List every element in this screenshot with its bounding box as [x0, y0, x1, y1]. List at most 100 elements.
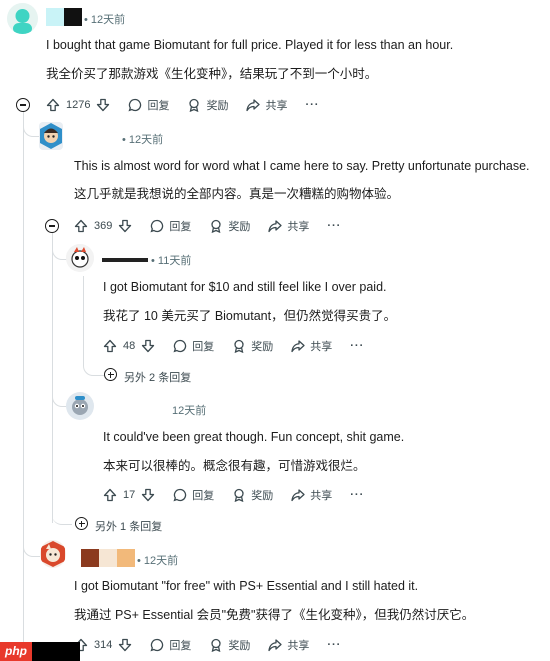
upvote-icon[interactable]	[74, 219, 88, 233]
more-options-button[interactable]: ···	[305, 99, 319, 111]
username-redacted[interactable]	[117, 549, 135, 567]
comment-text-zh: 我通过 PS+ Essential 会员"免费"获得了《生化变种》，但我仍然讨厌…	[74, 608, 475, 622]
thread-curve-morereplies3	[83, 340, 104, 376]
share-label: 共享	[287, 221, 310, 233]
action-bar: 48 回复 奖励 共享 ···	[103, 335, 364, 357]
share-label: 共享	[310, 341, 333, 353]
timestamp: • 12天前	[84, 14, 126, 26]
reply-button[interactable]: 回复	[173, 338, 214, 354]
award-button[interactable]: 奖励	[187, 97, 228, 113]
share-label: 共享	[310, 490, 333, 502]
award-icon	[209, 638, 223, 652]
username-redacted[interactable]	[46, 8, 64, 26]
vote-group: 369	[74, 219, 132, 233]
collapse-thread-button[interactable]	[45, 219, 59, 233]
thread-curve-reply2	[23, 112, 40, 137]
thread-curve-reply3	[52, 233, 67, 260]
username-redacted[interactable]	[64, 8, 82, 26]
more-options-button[interactable]: ···	[350, 340, 364, 352]
award-label: 奖励	[228, 221, 251, 233]
action-bar: 369 回复 奖励 共享 ···	[74, 215, 341, 237]
comment-text-en: I bought that game Biomutant for full pr…	[46, 38, 454, 52]
upvote-icon[interactable]	[103, 488, 117, 502]
avatar[interactable]	[7, 3, 38, 34]
username-redacted[interactable]	[99, 549, 117, 567]
share-button[interactable]: 共享	[268, 637, 309, 653]
avatar[interactable]	[39, 122, 63, 150]
share-icon	[291, 488, 305, 502]
timestamp: • 11天前	[151, 255, 192, 267]
timestamp: 12天前	[172, 405, 207, 417]
collapse-thread-button[interactable]	[16, 98, 30, 112]
vote-count: 1276	[66, 99, 91, 111]
comment-text-en: I got Biomutant for $10 and still feel l…	[103, 280, 387, 294]
timestamp: • 12天前	[122, 134, 164, 146]
award-button[interactable]: 奖励	[209, 218, 250, 234]
more-options-button[interactable]: ···	[327, 639, 341, 651]
reply-button[interactable]: 回复	[150, 218, 191, 234]
vote-count: 369	[94, 220, 113, 232]
award-label: 奖励	[251, 341, 274, 353]
comment-icon	[128, 98, 142, 112]
expand-replies-icon[interactable]	[104, 368, 117, 381]
award-icon	[187, 98, 201, 112]
upvote-icon[interactable]	[103, 339, 117, 353]
username-redacted[interactable]	[81, 549, 99, 567]
more-replies-link[interactable]: 另外 1 条回复	[95, 518, 162, 534]
reply-button[interactable]: 回复	[150, 637, 191, 653]
avatar[interactable]	[40, 540, 66, 568]
share-label: 共享	[265, 100, 288, 112]
comment-icon	[173, 339, 187, 353]
share-button[interactable]: 共享	[291, 338, 332, 354]
comment-text-zh: 本来可以很棒的。概念很有趣，可惜游戏很烂。	[103, 459, 366, 473]
downvote-icon[interactable]	[141, 488, 155, 502]
comment-icon	[150, 638, 164, 652]
share-button[interactable]: 共享	[291, 487, 332, 503]
vote-group: 1276	[46, 98, 110, 112]
vote-group: 17	[103, 488, 155, 502]
award-button[interactable]: 奖励	[232, 487, 273, 503]
vote-count: 17	[123, 489, 136, 501]
reply-button[interactable]: 回复	[128, 97, 169, 113]
more-options-button[interactable]: ···	[327, 220, 341, 232]
watermark-logo: php	[0, 642, 32, 661]
vote-group: 314	[74, 638, 132, 652]
share-label: 共享	[287, 640, 310, 652]
share-icon	[291, 339, 305, 353]
award-button[interactable]: 奖励	[209, 637, 250, 653]
action-bar: 17 回复 奖励 共享 ···	[103, 484, 364, 506]
more-replies-link[interactable]: 另外 2 条回复	[124, 369, 191, 385]
comment-text-en: I got Biomutant "for free" with PS+ Esse…	[74, 579, 419, 593]
watermark-text: php	[5, 644, 27, 658]
username-redacted[interactable]	[102, 258, 148, 262]
reply-label: 回复	[192, 490, 215, 502]
timestamp: • 12天前	[137, 555, 179, 567]
reply-label: 回复	[169, 640, 192, 652]
share-icon	[268, 219, 283, 233]
share-button[interactable]: 共享	[268, 218, 309, 234]
comment-text-en: This is almost word for word what I came…	[74, 159, 530, 173]
comment-text-zh: 我花了 10 美元买了 Biomutant，但仍然觉得买贵了。	[103, 309, 397, 323]
thread-line-level2	[52, 233, 53, 523]
more-options-button[interactable]: ···	[350, 489, 364, 501]
comment-icon	[173, 488, 187, 502]
expand-replies-icon[interactable]	[75, 517, 88, 530]
comment-text-zh: 我全价买了那款游戏《生化变种》，结果玩了不到一个小时。	[46, 67, 378, 81]
downvote-icon[interactable]	[118, 219, 132, 233]
thread-curve-reply5	[23, 530, 40, 557]
downvote-icon[interactable]	[141, 339, 155, 353]
award-icon	[232, 488, 246, 502]
downvote-icon[interactable]	[118, 638, 132, 652]
award-label: 奖励	[228, 640, 251, 652]
vote-count: 314	[94, 639, 113, 651]
reply-button[interactable]: 回复	[173, 487, 214, 503]
thread-curve-reply4	[52, 380, 67, 407]
share-button[interactable]: 共享	[246, 97, 287, 113]
downvote-icon[interactable]	[96, 98, 110, 112]
upvote-icon[interactable]	[46, 98, 60, 112]
action-bar: 1276 回复 奖励 共享 ···	[46, 94, 319, 116]
share-icon	[268, 638, 283, 652]
award-button[interactable]: 奖励	[232, 338, 273, 354]
avatar[interactable]	[66, 244, 94, 272]
avatar[interactable]	[66, 392, 94, 420]
